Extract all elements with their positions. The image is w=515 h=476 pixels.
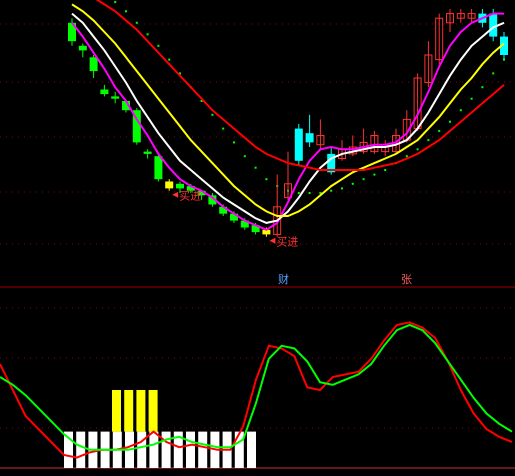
- dot-point: [384, 169, 387, 171]
- dot-point: [405, 155, 408, 158]
- candle-body: [176, 183, 184, 189]
- dot-point: [330, 189, 333, 192]
- dot-point: [125, 10, 127, 13]
- dot-point: [438, 129, 441, 132]
- price-panel-grid: [0, 23, 515, 245]
- dot-point: [481, 86, 484, 89]
- oscillator-histogram: [64, 390, 256, 468]
- annotation-label: 买进: [276, 236, 298, 249]
- dot-point: [373, 173, 376, 176]
- dot-point: [351, 182, 354, 185]
- candle-body: [305, 133, 314, 143]
- candle-body: [154, 156, 163, 180]
- highlight-bar: [112, 390, 121, 432]
- dot-point: [427, 139, 430, 142]
- dot-point: [254, 166, 257, 169]
- histogram-bar: [149, 431, 159, 468]
- zhang-marker: 张: [401, 273, 412, 286]
- dot-point: [243, 155, 246, 158]
- candle-body: [111, 96, 120, 99]
- dot-point: [114, 1, 117, 4]
- candle-body: [489, 13, 498, 37]
- candle-body: [100, 89, 109, 95]
- dot-point: [265, 178, 268, 181]
- histogram-bar: [137, 431, 147, 468]
- dot-point: [297, 192, 300, 194]
- dot-point: [470, 97, 473, 100]
- highlight-bar: [148, 390, 158, 432]
- highlight-bar: [136, 390, 146, 432]
- dot-point: [211, 113, 214, 116]
- dot-point: [362, 178, 365, 181]
- histogram-bar: [161, 431, 171, 468]
- dot-point: [146, 33, 149, 36]
- oscillator-line: [0, 323, 513, 451]
- histogram-bar: [76, 431, 86, 468]
- dot-point: [157, 44, 160, 47]
- candle-body: [89, 57, 98, 72]
- candle-body: [143, 151, 152, 154]
- histogram-bar: [234, 431, 244, 468]
- candle-body: [165, 181, 174, 189]
- dot-point: [492, 72, 495, 75]
- kline-chart[interactable]: 买进买进: [0, 0, 515, 476]
- dot-point: [222, 127, 225, 130]
- dot-point: [416, 148, 419, 151]
- histogram-bar: [247, 431, 256, 468]
- dot-point: [168, 58, 171, 61]
- dot-point: [135, 21, 138, 24]
- cai-marker: 财: [278, 273, 289, 286]
- dot-point: [233, 141, 235, 144]
- highlight-bar: [124, 390, 134, 432]
- dot-point: [308, 192, 311, 194]
- histogram-bar: [198, 431, 208, 468]
- candle-body: [78, 45, 87, 51]
- dot-point: [449, 120, 451, 123]
- candle-body: [294, 128, 303, 161]
- histogram-bar: [186, 431, 195, 468]
- dot-point: [459, 109, 462, 112]
- annotation-arrow: [172, 191, 179, 198]
- annotation-arrow: [269, 237, 276, 244]
- dot-point: [341, 187, 343, 190]
- annotation-label: 买进: [179, 190, 201, 203]
